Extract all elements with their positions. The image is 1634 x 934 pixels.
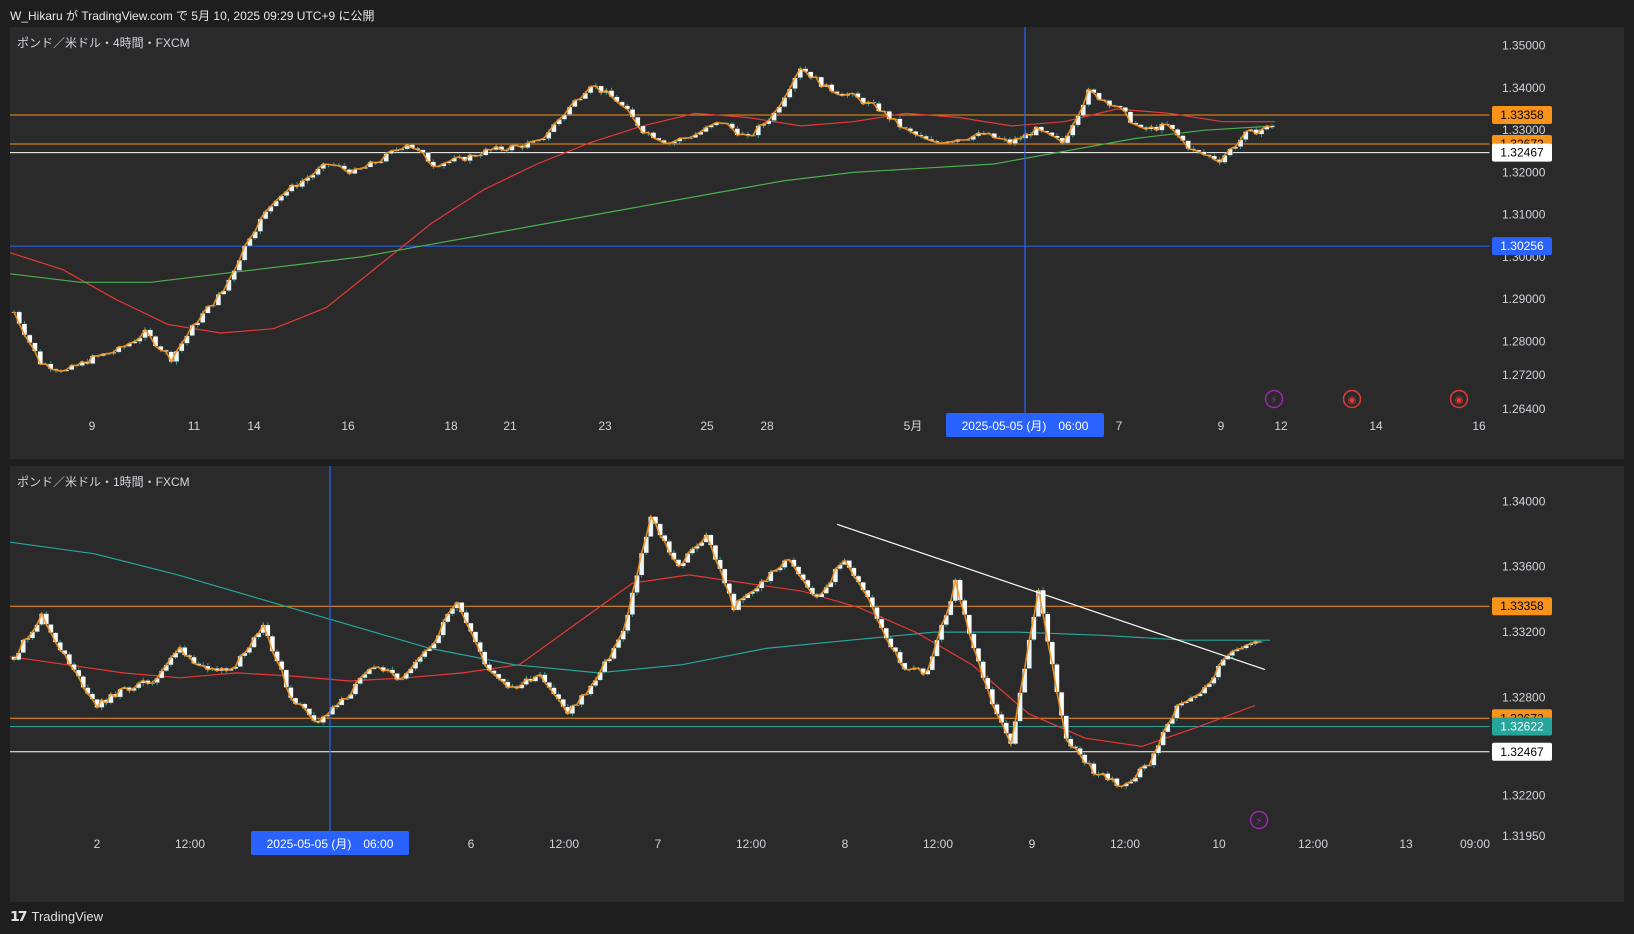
moving-average-line [10, 125, 1276, 283]
x-tick-label: 11 [188, 419, 201, 433]
x-tick-label: 7 [1116, 419, 1123, 433]
y-tick-label: 1.33600 [1502, 560, 1546, 574]
chart-panel-1h[interactable]: ポンド／米ドル・1時間・FXCM 1.34000 1.33600 1.33200 1.… [10, 466, 1624, 902]
price-label-text: 1.32467 [1500, 745, 1544, 759]
x-tick-label: 9 [1218, 419, 1225, 433]
x-tick-label: 14 [1369, 419, 1383, 433]
chart-1h-svg[interactable]: 1.34000 1.33600 1.33200 1.32800 1.32200 1.319… [10, 466, 1624, 902]
y-tick-label: 1.28000 [1502, 334, 1546, 348]
x-tick-label: 28 [760, 419, 774, 433]
x-tick-label: 12:00 [549, 837, 579, 851]
x-tick-label: 23 [598, 419, 612, 433]
x-tick-label: 12:00 [923, 837, 953, 851]
x-tick-label: 9 [1029, 837, 1036, 851]
event-icon-glyph: ◉ [1348, 395, 1357, 406]
x-tick-label: 16 [341, 419, 355, 433]
event-icon-glyph: ⚡ [1255, 816, 1262, 827]
y-tick-label: 1.27200 [1502, 368, 1546, 382]
y-tick-label: 1.32800 [1502, 690, 1546, 704]
x-tick-label: 13 [1399, 837, 1413, 851]
x-tick-label: 12 [1274, 419, 1288, 433]
x-tick-label: 12:00 [1110, 837, 1140, 851]
publish-info: W_Hikaru が TradingView.com で 5月 10, 2025… [10, 9, 375, 23]
event-icon-glyph: ⚡ [1270, 395, 1277, 406]
event-icon-glyph: ◉ [1455, 395, 1464, 406]
x-tick-label: 12:00 [736, 837, 766, 851]
price-label-text: 1.33358 [1500, 108, 1544, 122]
x-tick-label: 10 [1212, 837, 1226, 851]
crosshair-date-label: 2025-05-05 (月) 06:00 [267, 837, 394, 851]
y-tick-label: 1.29000 [1502, 292, 1546, 306]
top-bar: W_Hikaru が TradingView.com で 5月 10, 2025… [0, 0, 1634, 28]
x-tick-label: 21 [503, 419, 517, 433]
x-tick-label: 12:00 [175, 837, 205, 851]
tradingview-logo-icon: 𝟭𝟳 [10, 908, 28, 924]
x-tick-label: 25 [700, 419, 714, 433]
chart-title-1h: ポンド／米ドル・1時間・FXCM [17, 475, 190, 489]
y-tick-label: 1.32000 [1502, 165, 1546, 179]
x-tick-label: 14 [247, 419, 261, 433]
y-tick-label: 1.32200 [1502, 788, 1546, 802]
chart-panel-4h[interactable]: ポンド／米ドル・4時間・FXCM 1.35000 1.34000 1.33000 1.… [10, 27, 1624, 459]
x-tick-label: 6 [468, 837, 475, 851]
y-tick-label: 1.34000 [1502, 81, 1546, 95]
y-tick-label: 1.31950 [1502, 829, 1546, 843]
y-tick-label: 1.33200 [1502, 625, 1546, 639]
price-label-text: 1.30256 [1500, 239, 1544, 253]
brand-name: TradingView [31, 909, 104, 924]
x-tick-label: 2 [94, 837, 101, 851]
price-label-text: 1.33358 [1500, 599, 1544, 613]
x-tick-label: 09:00 [1460, 837, 1490, 851]
x-tick-label: 16 [1472, 419, 1486, 433]
y-tick-label: 1.26400 [1502, 402, 1546, 416]
x-tick-label: 12:00 [1298, 837, 1328, 851]
y-tick-label: 1.31000 [1502, 208, 1546, 222]
x-tick-label: 8 [842, 837, 849, 851]
y-tick-label: 1.34000 [1502, 494, 1546, 508]
price-label-text: 1.32467 [1500, 146, 1544, 160]
chart-4h-svg[interactable]: 1.350001.340001.330001.320001.310001.300… [10, 27, 1624, 459]
x-tick-label: 9 [89, 419, 96, 433]
price-label-text: 1.32622 [1500, 719, 1544, 733]
y-tick-label: 1.35000 [1502, 39, 1546, 53]
crosshair-date-label: 2025-05-05 (月) 06:00 [962, 419, 1089, 433]
x-tick-label: 5月 [904, 419, 923, 433]
x-tick-label: 7 [655, 837, 662, 851]
moving-average-line [10, 108, 1275, 334]
footer [0, 902, 1634, 934]
tradingview-logo[interactable]: 𝟭𝟳 TradingView [10, 908, 103, 925]
chart-title-4h: ポンド／米ドル・4時間・FXCM [17, 36, 190, 50]
x-tick-label: 18 [444, 419, 458, 433]
